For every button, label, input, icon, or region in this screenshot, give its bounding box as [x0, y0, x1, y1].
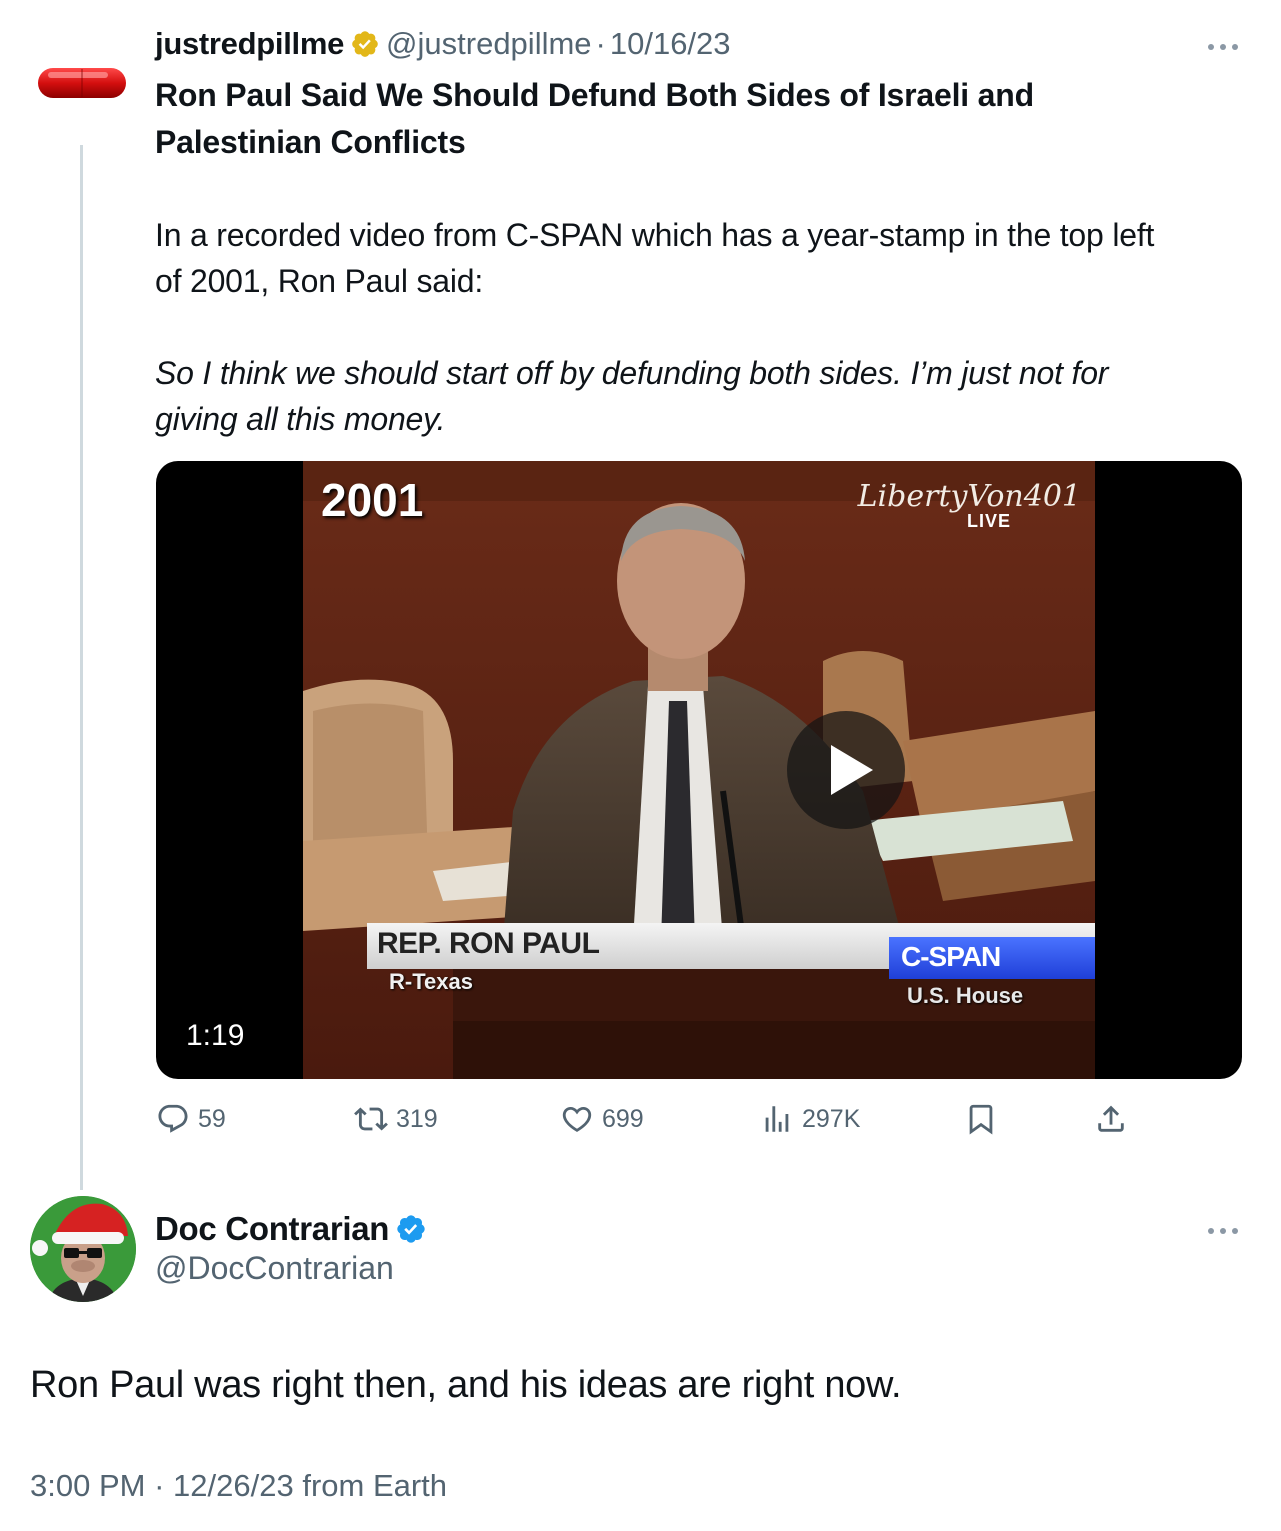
main-tweet-text: Ron Paul was right then, and his ideas a…	[30, 1364, 902, 1406]
santa-hat-avatar-image	[30, 1196, 136, 1302]
network-sub: U.S. House	[907, 983, 1024, 1008]
tweet-meta: 3:00 PM · 12/26/23 from Earth	[30, 1468, 447, 1504]
share-button[interactable]	[1094, 1096, 1136, 1142]
repost-count: 319	[396, 1104, 438, 1133]
video-duration: 1:19	[186, 1019, 245, 1052]
quoted-quote-line: So I think we should start off by defund…	[155, 355, 1109, 391]
reply-icon	[158, 1104, 188, 1133]
main-handle[interactable]: @DocContrarian	[155, 1250, 394, 1287]
heart-icon	[562, 1106, 592, 1132]
avatar[interactable]	[30, 1196, 136, 1302]
quoted-body: In a recorded video from C-SPAN which ha…	[155, 212, 1255, 304]
bookmark-icon	[969, 1104, 993, 1135]
like-count: 699	[602, 1104, 644, 1133]
lower-third-name: REP. RON PAUL	[377, 927, 600, 960]
quoted-title: Ron Paul Said We Should Defund Both Side…	[155, 72, 1155, 166]
tweet-time[interactable]: 3:00 PM	[30, 1468, 145, 1503]
separator-dot: ·	[154, 1468, 165, 1503]
main-display-name[interactable]: Doc Contrarian	[155, 1210, 389, 1248]
video-player[interactable]: 2001 LibertyVon401 LIVE REP. RON PAUL R-…	[156, 461, 1242, 1079]
gold-verified-icon[interactable]	[350, 29, 380, 59]
reply-count: 59	[198, 1104, 226, 1133]
views-count: 297K	[802, 1104, 861, 1133]
red-pill-icon	[38, 68, 126, 98]
quoted-display-name[interactable]: justredpillme	[155, 26, 344, 62]
repost-icon	[354, 1107, 388, 1131]
bookmark-button[interactable]	[964, 1096, 1006, 1142]
play-icon[interactable]	[787, 711, 905, 829]
network-logo: C-SPAN	[901, 941, 1001, 972]
video-frame: 2001 LibertyVon401 LIVE REP. RON PAUL R-…	[303, 461, 1095, 1079]
watermark: LibertyVon401	[857, 479, 1081, 514]
year-stamp: 2001	[321, 474, 424, 526]
tweet-source: from Earth	[302, 1468, 448, 1503]
quoted-handle[interactable]: @justredpillme	[386, 26, 591, 62]
like-button[interactable]: 699	[560, 1096, 644, 1142]
thread-line	[80, 145, 83, 1190]
quoted-quote-line: giving all this money.	[155, 401, 446, 437]
more-dots-icon[interactable]	[1205, 40, 1241, 52]
action-bar: 59 319 699 297K	[156, 1096, 1256, 1142]
quoted-body-line: In a recorded video from C-SPAN which ha…	[155, 217, 1155, 253]
quoted-date[interactable]: 10/16/23	[610, 26, 731, 62]
more-dots-icon[interactable]	[1205, 1224, 1241, 1236]
main-tweet-name-row: Doc Contrarian	[155, 1206, 433, 1252]
quoted-body-line: of 2001, Ron Paul said:	[155, 263, 484, 299]
repost-button[interactable]: 319	[354, 1096, 438, 1142]
quoted-title-line: Ron Paul Said We Should Defund Both Side…	[155, 77, 1034, 113]
reply-button[interactable]: 59	[156, 1096, 226, 1142]
tweet-date[interactable]: 12/26/23	[173, 1468, 294, 1503]
live-label: LIVE	[966, 511, 1011, 531]
separator-dot: ·	[595, 26, 606, 61]
views-chart-icon	[765, 1106, 789, 1132]
red-pill-avatar[interactable]	[34, 62, 130, 106]
share-icon	[1098, 1105, 1124, 1132]
network-logo-box: C-SPAN	[889, 937, 1095, 979]
views-button[interactable]: 297K	[760, 1096, 860, 1142]
quoted-quote: So I think we should start off by defund…	[155, 350, 1255, 442]
quoted-title-line: Palestinian Conflicts	[155, 124, 466, 160]
lower-third-sub: R-Texas	[389, 969, 473, 994]
quoted-tweet-header: justredpillme @justredpillme · 10/16/23	[155, 22, 731, 66]
blue-verified-icon[interactable]	[395, 1213, 427, 1245]
